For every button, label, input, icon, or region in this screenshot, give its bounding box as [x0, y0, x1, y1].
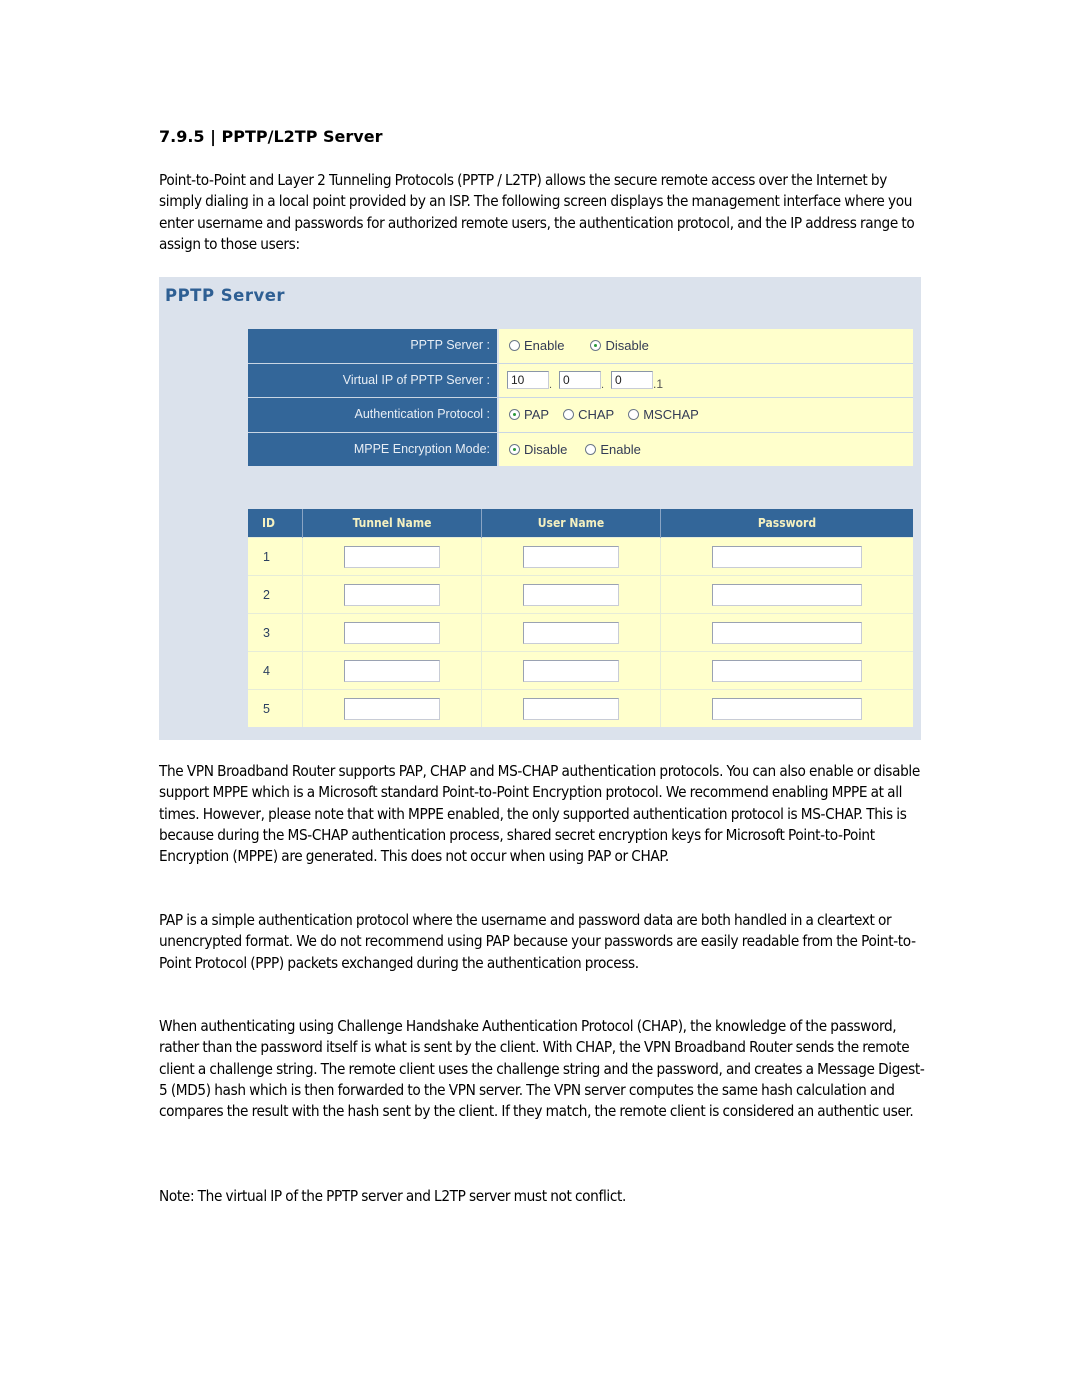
- radio-icon: [585, 443, 597, 455]
- auth-pap-radio[interactable]: PAP: [509, 407, 549, 422]
- ip-last-octet: .1: [653, 377, 664, 391]
- mppe-enable-radio[interactable]: Enable: [585, 442, 641, 457]
- password-input[interactable]: [712, 545, 862, 568]
- auth-chap-radio[interactable]: CHAP: [563, 407, 614, 422]
- row-id: 1: [248, 537, 303, 576]
- row-id: 5: [248, 689, 303, 727]
- table-row: 1: [248, 537, 913, 576]
- user-name-input[interactable]: [523, 697, 619, 720]
- tunnel-name-input[interactable]: [344, 621, 440, 644]
- table-row: 2: [248, 575, 913, 614]
- mppe-label: MPPE Encryption Mode:: [248, 432, 499, 466]
- password-input[interactable]: [712, 583, 862, 606]
- users-table-header: ID Tunnel Name User Name Password: [248, 509, 913, 538]
- note-paragraph: Note: The virtual IP of the PPTP server …: [159, 1187, 626, 1205]
- protocols-paragraph: The VPN Broadband Router supports PAP, C…: [159, 762, 920, 866]
- ip-octet-2-input[interactable]: 0: [559, 371, 601, 390]
- tunnel-name-input[interactable]: [344, 659, 440, 682]
- mppe-row: MPPE Encryption Mode: Disable Enable: [248, 432, 913, 466]
- pptp-enable-radio[interactable]: Enable: [509, 338, 564, 353]
- user-name-input[interactable]: [523, 545, 619, 568]
- tunnel-name-input[interactable]: [344, 583, 440, 606]
- radio-icon: [509, 340, 520, 352]
- auth-protocol-label: Authentication Protocol :: [248, 398, 499, 432]
- table-row: 5: [248, 689, 913, 727]
- mppe-disable-radio[interactable]: Disable: [509, 442, 567, 457]
- table-row: 3: [248, 613, 913, 652]
- pptp-settings-form: PPTP Server : Enable Disable Virtual IP …: [248, 329, 913, 466]
- ip-octet-3-input[interactable]: 0: [611, 371, 653, 390]
- tunnel-name-input[interactable]: [344, 545, 440, 568]
- table-row: 4: [248, 651, 913, 690]
- radio-selected-icon: [590, 340, 602, 352]
- radio-icon: [563, 409, 575, 421]
- column-header-password: Password: [660, 509, 913, 538]
- chap-paragraph: When authenticating using Challenge Hand…: [159, 1017, 925, 1121]
- column-header-user-name: User Name: [481, 509, 661, 538]
- panel-title: PPTP Server: [165, 286, 286, 305]
- virtual-ip-row: Virtual IP of PPTP Server : 10 . 0 . 0 .…: [248, 363, 913, 398]
- user-name-input[interactable]: [523, 583, 619, 606]
- column-header-tunnel-name: Tunnel Name: [302, 509, 482, 538]
- user-name-input[interactable]: [523, 621, 619, 644]
- row-id: 2: [248, 575, 303, 614]
- column-header-id: ID: [248, 509, 303, 538]
- pptp-server-label: PPTP Server :: [248, 329, 499, 363]
- ip-octet-1-input[interactable]: 10: [507, 371, 549, 390]
- password-input[interactable]: [712, 659, 862, 682]
- row-id: 4: [248, 651, 303, 690]
- tunnel-name-input[interactable]: [344, 697, 440, 720]
- password-input[interactable]: [712, 697, 862, 720]
- password-input[interactable]: [712, 621, 862, 644]
- radio-selected-icon: [509, 409, 520, 421]
- pptp-disable-radio[interactable]: Disable: [590, 338, 649, 353]
- section-heading: 7.9.5 | PPTP/L2TP Server: [159, 127, 383, 146]
- row-id: 3: [248, 613, 303, 652]
- user-name-input[interactable]: [523, 659, 619, 682]
- auth-protocol-row: Authentication Protocol : PAP CHAP MSCHA…: [248, 398, 913, 433]
- pap-paragraph: PAP is a simple authentication protocol …: [159, 911, 916, 972]
- auth-mschap-radio[interactable]: MSCHAP: [628, 407, 699, 422]
- users-table: ID Tunnel Name User Name Password 1 2 3: [248, 509, 913, 727]
- radio-selected-icon: [509, 443, 520, 455]
- virtual-ip-label: Virtual IP of PPTP Server :: [248, 363, 499, 397]
- pptp-server-screenshot: PPTP Server PPTP Server : Enable Disable…: [159, 277, 921, 740]
- intro-paragraph: Point-to-Point and Layer 2 Tunneling Pro…: [159, 171, 915, 253]
- radio-icon: [628, 409, 640, 421]
- pptp-server-row: PPTP Server : Enable Disable: [248, 329, 913, 364]
